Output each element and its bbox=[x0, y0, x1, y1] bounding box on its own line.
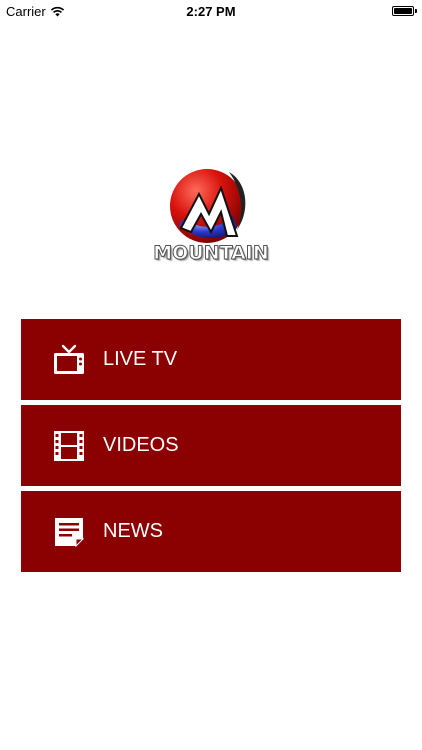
tv-icon bbox=[54, 344, 84, 374]
battery-icon bbox=[392, 6, 414, 16]
menu-item-videos[interactable]: VIDEOS bbox=[21, 405, 401, 486]
news-icon bbox=[55, 518, 85, 548]
battery-level bbox=[394, 8, 412, 14]
battery-cap bbox=[415, 9, 417, 13]
mountain-logo: MOUNTAIN bbox=[141, 166, 281, 270]
logo-emblem-icon bbox=[170, 169, 246, 243]
menu-label-videos: VIDEOS bbox=[103, 434, 179, 456]
menu-label-news: NEWS bbox=[103, 520, 163, 542]
clock: 2:27 PM bbox=[186, 4, 236, 19]
menu-label-live-tv: LIVE TV bbox=[103, 348, 178, 370]
main-menu: LIVE TV VIDEOS NEWS bbox=[21, 319, 401, 577]
menu-item-news[interactable]: NEWS bbox=[21, 491, 401, 572]
status-bar: Carrier 2:27 PM bbox=[0, 0, 422, 22]
menu-item-live-tv[interactable]: LIVE TV bbox=[21, 319, 401, 400]
logo-wordmark: MOUNTAIN bbox=[153, 242, 270, 265]
film-icon bbox=[54, 431, 84, 461]
